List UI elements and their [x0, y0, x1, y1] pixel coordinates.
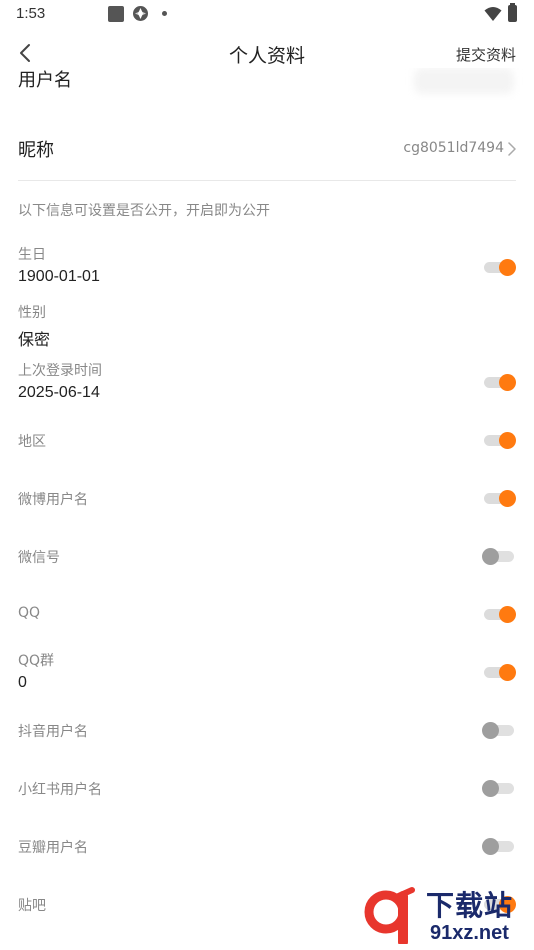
- setting-value-qq-group: 0: [18, 674, 27, 691]
- status-time: 1:53: [16, 5, 46, 22]
- toggle-birthday-public[interactable]: [482, 257, 516, 277]
- username-label: 用户名: [18, 70, 72, 91]
- toggle-wechat-public[interactable]: [482, 546, 516, 566]
- divider: [18, 180, 516, 181]
- watermark-title: 下载站: [426, 889, 514, 922]
- setting-value-birthday: 1900-01-01: [18, 268, 100, 285]
- privacy-note: 以下信息可设置是否公开，开启即为公开: [18, 203, 270, 219]
- setting-value-last-login: 2025-06-14: [18, 384, 100, 401]
- wifi-icon: [484, 7, 502, 21]
- toggle-douyin-public[interactable]: [482, 720, 516, 740]
- setting-label-xiaohongshu: 小红书用户名: [18, 782, 102, 798]
- setting-label-weibo: 微博用户名: [18, 492, 88, 508]
- setting-value-gender: 保密: [18, 330, 51, 349]
- setting-label-wechat: 微信号: [18, 550, 60, 566]
- setting-label-region: 地区: [18, 434, 46, 450]
- page-title: 个人资料: [228, 45, 305, 67]
- toggle-region-public[interactable]: [482, 430, 516, 450]
- more-notifications-dot-icon: [162, 11, 167, 16]
- setting-label-gender: 性别: [18, 305, 46, 321]
- toggle-xiaohongshu-public[interactable]: [482, 778, 516, 798]
- setting-label-birthday: 生日: [18, 247, 46, 263]
- nickname-value: cg8051ld7494: [403, 140, 504, 156]
- battery-icon: [508, 3, 517, 22]
- nickname-row[interactable]: 昵称 cg8051ld7494: [0, 130, 534, 170]
- toggle-qq-group-public[interactable]: [482, 662, 516, 682]
- app-notification-icon: [133, 6, 148, 21]
- setting-label-douyin: 抖音用户名: [18, 724, 88, 740]
- toggle-weibo-public[interactable]: [482, 488, 516, 508]
- notification-square-icon: [108, 6, 124, 22]
- submit-profile-button[interactable]: 提交资料: [456, 44, 516, 65]
- username-row: 用户名: [0, 68, 534, 100]
- nickname-label: 昵称: [18, 140, 54, 161]
- status-bar: 1:53: [0, 0, 534, 28]
- watermark-logo: [364, 887, 415, 944]
- setting-label-tieba: 贴吧: [18, 898, 46, 914]
- setting-label-douban: 豆瓣用户名: [18, 840, 88, 856]
- setting-label-qq-group: QQ群: [18, 653, 55, 669]
- toggle-douban-public[interactable]: [482, 836, 516, 856]
- toggle-last-login-public[interactable]: [482, 372, 516, 392]
- setting-label-qq: QQ: [18, 605, 41, 621]
- watermark-url: 91xz.net: [430, 922, 509, 944]
- username-value-blurred: [414, 68, 514, 94]
- setting-label-last-login: 上次登录时间: [18, 363, 102, 379]
- watermark: 下载站 91xz.net: [360, 882, 532, 948]
- chevron-right-icon: [508, 142, 516, 156]
- toggle-qq-public[interactable]: [482, 604, 516, 624]
